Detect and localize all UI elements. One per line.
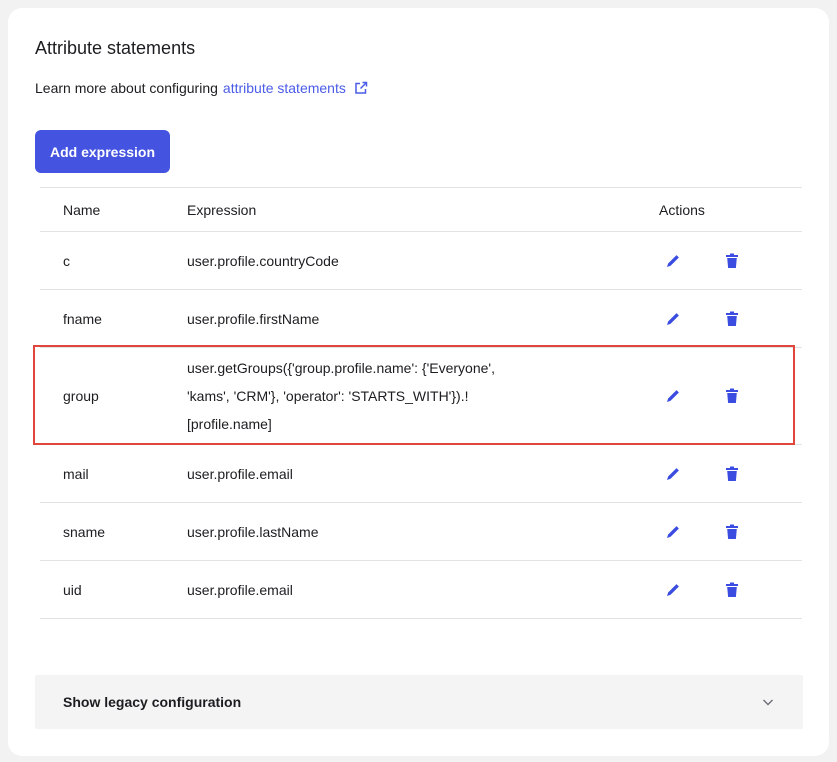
row-actions [659,466,802,482]
row-actions [659,311,802,327]
row-name: fname [63,310,102,327]
external-link-icon[interactable] [354,81,368,95]
expression-line: 'kams', 'CRM'}, 'operator': 'STARTS_WITH… [187,388,469,404]
pencil-icon[interactable] [665,388,681,404]
pencil-icon[interactable] [665,524,681,540]
header-expression: Expression [187,201,257,218]
row-expression: user.getGroups({'group.profile.name': {'… [187,354,659,438]
add-expression-button[interactable]: Add expression [35,130,171,173]
table-row: uid user.profile.email [40,561,802,619]
table-row: fname user.profile.firstName [40,290,802,348]
trash-icon[interactable] [725,582,739,598]
row-expression: user.profile.lastName [187,523,319,540]
row-expression: user.profile.email [187,581,293,598]
header-actions: Actions [659,201,705,218]
row-name: sname [63,523,106,540]
row-actions [659,524,802,540]
table-row: c user.profile.countryCode [40,232,802,290]
row-actions [659,388,802,404]
row-name: group [63,388,99,404]
section-title: Attribute statements [35,38,196,58]
row-name: mail [63,465,89,482]
trash-icon[interactable] [725,524,739,540]
table-row: sname user.profile.lastName [40,503,802,561]
row-expression: user.profile.firstName [187,310,320,327]
learn-more-text: Learn more about configuring attribute s… [35,80,368,96]
row-expression: user.profile.email [187,465,293,482]
header-name: Name [63,201,101,218]
table-row: mail user.profile.email [40,445,802,503]
trash-icon[interactable] [725,466,739,482]
legacy-configuration-toggle[interactable]: Show legacy configuration [35,675,803,729]
trash-icon[interactable] [725,253,739,269]
trash-icon[interactable] [725,311,739,327]
learn-more-prefix: Learn more about configuring [35,80,218,96]
pencil-icon[interactable] [665,253,681,269]
row-actions [659,253,802,269]
row-actions [659,582,802,598]
row-name: c [63,252,70,269]
trash-icon[interactable] [725,388,739,404]
row-expression: user.profile.countryCode [187,252,339,269]
pencil-icon[interactable] [665,582,681,598]
pencil-icon[interactable] [665,466,681,482]
chevron-down-icon [763,699,773,706]
table-row-group: group user.getGroups({'group.profile.nam… [40,348,802,445]
attribute-table: Name Expression Actions c user.profile.c… [40,187,802,619]
attribute-statements-card: Attribute statements Learn more about co… [8,8,829,756]
attribute-statements-link[interactable]: attribute statements [223,80,346,96]
expression-line: [profile.name] [187,416,272,432]
pencil-icon[interactable] [665,311,681,327]
table-header: Name Expression Actions [40,187,802,232]
row-name: uid [63,581,82,598]
expression-line: user.getGroups({'group.profile.name': {'… [187,360,495,376]
legacy-configuration-label: Show legacy configuration [63,694,242,710]
